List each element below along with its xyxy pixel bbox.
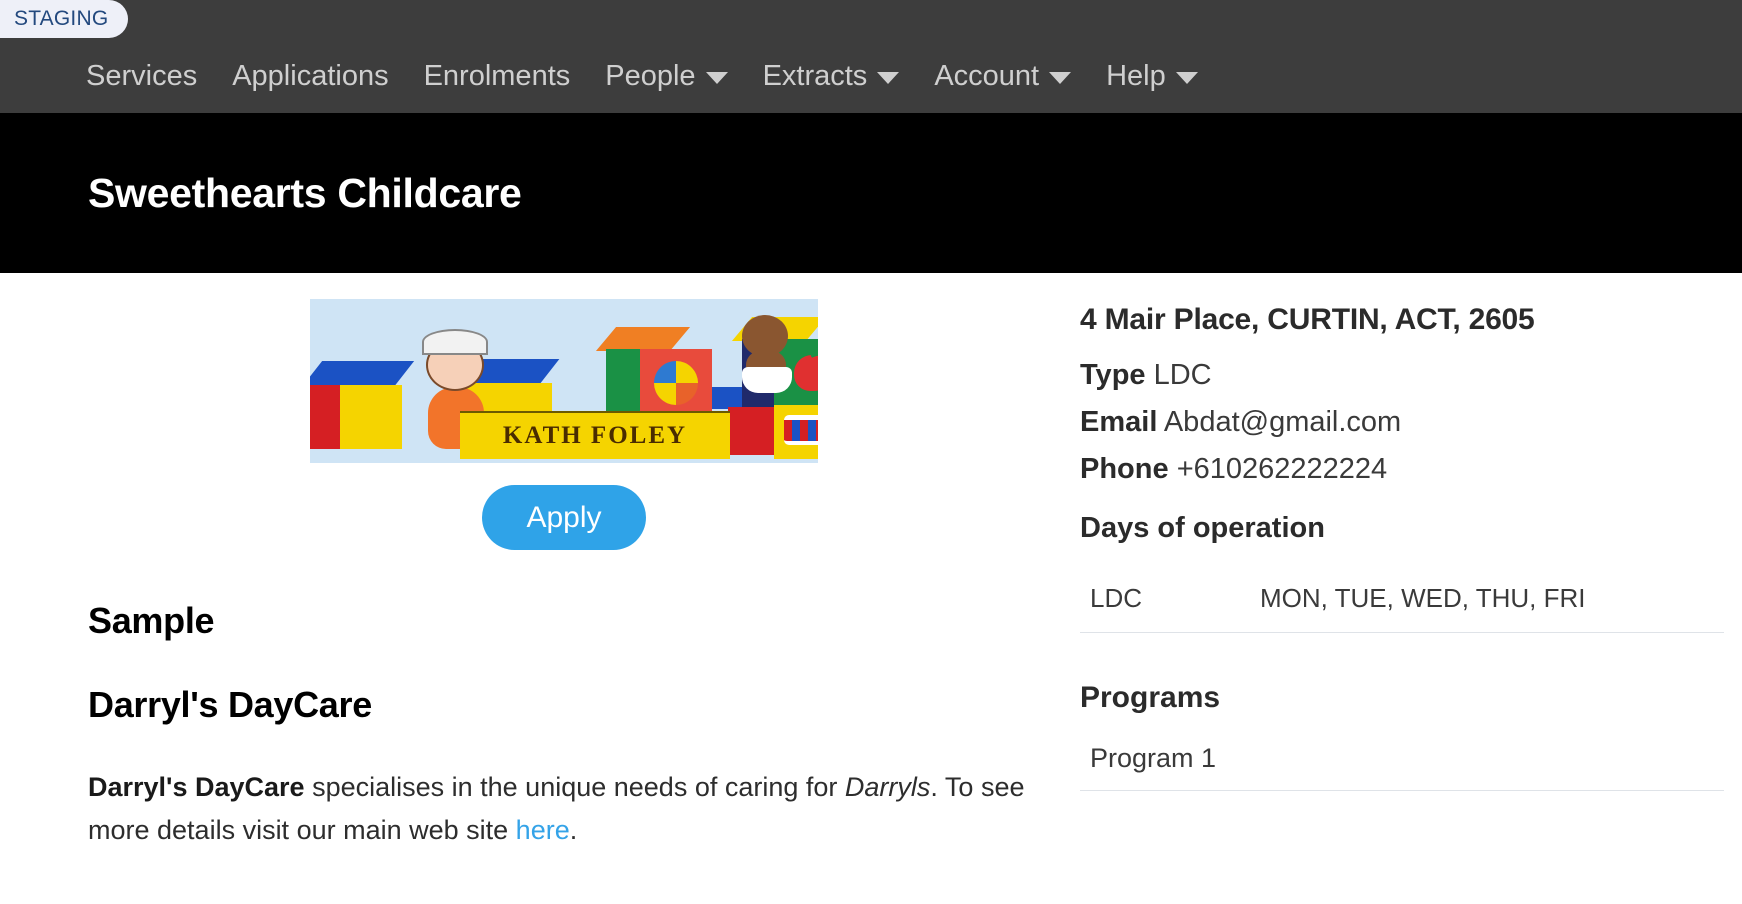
nav-item-people[interactable]: People [605,60,728,92]
logo-text: KATH FOLEY [502,422,688,449]
service-email-value: Abdat@gmail.com [1163,406,1402,438]
content-heading-service: Darryl's DayCare [88,684,372,725]
nav-label: Account [934,60,1040,92]
program-name: Program 1 [1080,729,1724,791]
service-type-value: LDC [1153,359,1212,391]
service-title-banner: Sweethearts Childcare [0,113,1742,273]
table-row: LDC MON, TUE, WED, THU, FRI [1080,567,1724,633]
page-body: KATH FOLEY Apply Sample Darryl's DayCare… [0,273,1742,852]
programs-label: Programs [1080,681,1221,714]
service-logo-image: KATH FOLEY [310,299,818,463]
days-row-days: MON, TUE, WED, THU, FRI [1250,567,1724,633]
nav-label: Extracts [762,60,868,92]
description-italic: Darryls [844,772,931,802]
main-content-column: KATH FOLEY Apply Sample Darryl's DayCare… [0,291,1080,852]
nav-item-enrolments[interactable]: Enrolments [424,62,571,91]
staging-badge: STAGING [0,0,129,38]
service-description: Darryl's DayCare specialises in the uniq… [88,766,1040,852]
service-logo-container: KATH FOLEY [88,291,1040,463]
description-part-3: . [569,815,578,846]
chevron-down-icon [705,72,728,84]
description-part-1: specialises in the unique needs of carin… [304,772,845,802]
days-of-operation-label: Days of operation [1080,512,1325,544]
days-row-service: LDC [1080,567,1250,633]
nav-label: Applications [232,60,389,92]
nav-item-help[interactable]: Help [1106,62,1198,91]
nav-item-extracts[interactable]: Extracts [763,62,900,91]
content-heading-sample: Sample [88,600,215,641]
service-phone-value: +610262222224 [1176,453,1388,485]
drum-icon [784,415,818,445]
nav-menu: Services Applications Enrolments People … [0,62,1198,113]
apple-icon [794,355,818,391]
beach-ball-icon [654,361,698,405]
description-bold-lead: Darryl's DayCare [88,772,305,802]
chevron-down-icon [1175,72,1198,84]
chevron-down-icon [877,72,900,84]
logo-name-block: KATH FOLEY [460,411,730,459]
programs-table: Program 1 [1080,729,1724,791]
nav-label: Services [86,60,198,92]
service-email-label: Email [1080,406,1158,438]
service-phone-label: Phone [1080,453,1169,485]
nav-item-account[interactable]: Account [934,60,1072,92]
nav-label: People [605,60,696,92]
apply-button-container: Apply [88,485,1040,550]
service-type-label: Type [1080,359,1146,391]
nav-item-services[interactable]: Services [86,62,197,91]
apply-button[interactable]: Apply [482,485,646,550]
page-title: Sweethearts Childcare [88,169,522,216]
details-sidebar: 4 Mair Place, CURTIN, ACT, 2605 Type LDC… [1080,291,1742,852]
service-email-row: Email Abdat@gmail.com [1080,406,1724,439]
nav-item-applications[interactable]: Applications [232,62,388,91]
top-navigation-bar: STAGING Services Applications Enrolments… [0,0,1742,113]
chevron-down-icon [1049,72,1072,84]
days-of-operation-table: LDC MON, TUE, WED, THU, FRI [1080,567,1724,633]
nav-label: Help [1106,60,1166,92]
service-address: 4 Mair Place, CURTIN, ACT, 2605 [1080,303,1535,336]
service-type-row: Type LDC [1080,359,1724,392]
website-link[interactable]: here [516,815,570,845]
table-row: Program 1 [1080,729,1724,791]
nav-label: Enrolments [423,60,571,92]
service-phone-row: Phone +610262222224 [1080,453,1724,486]
